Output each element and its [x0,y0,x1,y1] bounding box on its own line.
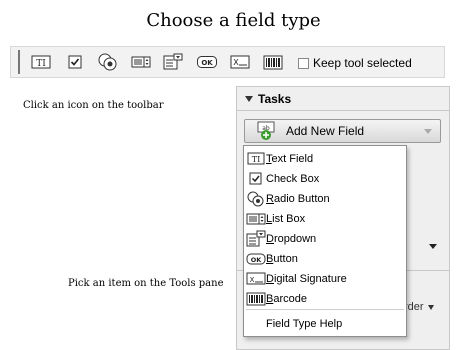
button-icon: OK [197,56,217,68]
barcode-icon [263,55,283,70]
dropdown-icon [246,230,266,248]
pane-dropdown-chevron-icon[interactable] [429,244,437,249]
menu-item-button[interactable]: OK Button [244,249,406,269]
check-box-tool-button[interactable] [64,52,86,72]
text-field-icon: TI [246,150,266,168]
menu-separator [246,309,404,310]
svg-text:OK: OK [201,59,213,67]
digital-signature-tool-button[interactable]: X [229,52,251,72]
list-box-icon [131,56,151,68]
menu-item-label: List Box [266,213,306,225]
toolbar-caption: Click an icon on the toolbar [23,100,164,111]
page-title: Choose a field type [146,10,321,31]
radio-button-icon [98,53,117,71]
add-field-icon: ab [257,121,279,141]
order-menu[interactable]: rder [404,301,434,313]
digital-signature-icon: X [230,55,250,69]
forms-toolbar: TI OK X Keep tool selected [10,46,445,78]
menu-item-dropdown[interactable]: Dropdown [244,229,406,249]
tools-pane-caption: Pick an item on the Tools pane [68,278,224,289]
menu-item-label: Barcode [266,293,307,305]
check-box-icon [246,170,266,188]
tasks-header-label: Tasks [258,91,292,106]
menu-item-label: Digital Signature [266,273,347,285]
barcode-icon [246,290,266,308]
toolbar-grip[interactable] [18,50,20,74]
menu-item-text-field[interactable]: TI Text Field [244,149,406,169]
menu-item-check-box[interactable]: Check Box [244,169,406,189]
keep-tool-checkbox[interactable] [298,57,309,69]
svg-text:X: X [233,58,239,67]
menu-item-label: Dropdown [266,233,317,245]
menu-item-digital-signature[interactable]: X Digital Signature [244,269,406,289]
list-box-icon [246,210,266,228]
add-new-field-label: Add New Field [286,124,365,138]
digital-signature-icon: X [246,270,266,288]
field-type-help-item[interactable]: Field Type Help [266,318,342,330]
button-icon: OK [246,250,266,268]
menu-item-barcode[interactable]: Barcode [244,289,406,309]
field-type-menu: TI Text Field Check Box Radio Button Lis… [243,145,407,337]
tasks-panel-header[interactable]: Tasks [237,87,449,111]
svg-text:TI: TI [252,155,261,164]
text-field-tool-button[interactable]: TI [30,52,52,72]
svg-text:X: X [250,276,255,284]
text-field-icon: TI [31,55,51,69]
menu-item-label: Button [266,253,298,265]
dropdown-tool-button[interactable] [162,52,184,72]
menu-item-list-box[interactable]: List Box [244,209,406,229]
radio-button-tool-button[interactable] [97,52,119,72]
menu-item-label: Radio Button [266,193,330,205]
order-chevron-icon [427,304,434,310]
menu-item-radio-button[interactable]: Radio Button [244,189,406,209]
barcode-tool-button[interactable] [262,52,284,72]
dropdown-icon [163,53,183,70]
button-tool-button[interactable]: OK [196,52,218,72]
check-box-icon [68,55,82,69]
list-box-tool-button[interactable] [130,52,152,72]
chevron-down-icon [424,129,432,134]
menu-item-label: Check Box [266,173,320,185]
menu-item-label: Text Field [266,153,314,165]
add-new-field-button[interactable]: ab Add New Field [244,119,441,143]
svg-text:TI: TI [36,59,46,69]
radio-button-icon [246,190,266,208]
keep-tool-label: Keep tool selected [313,56,412,70]
svg-text:OK: OK [251,256,263,264]
collapse-triangle-icon [245,95,253,102]
keep-tool-selected[interactable]: Keep tool selected [298,54,412,72]
